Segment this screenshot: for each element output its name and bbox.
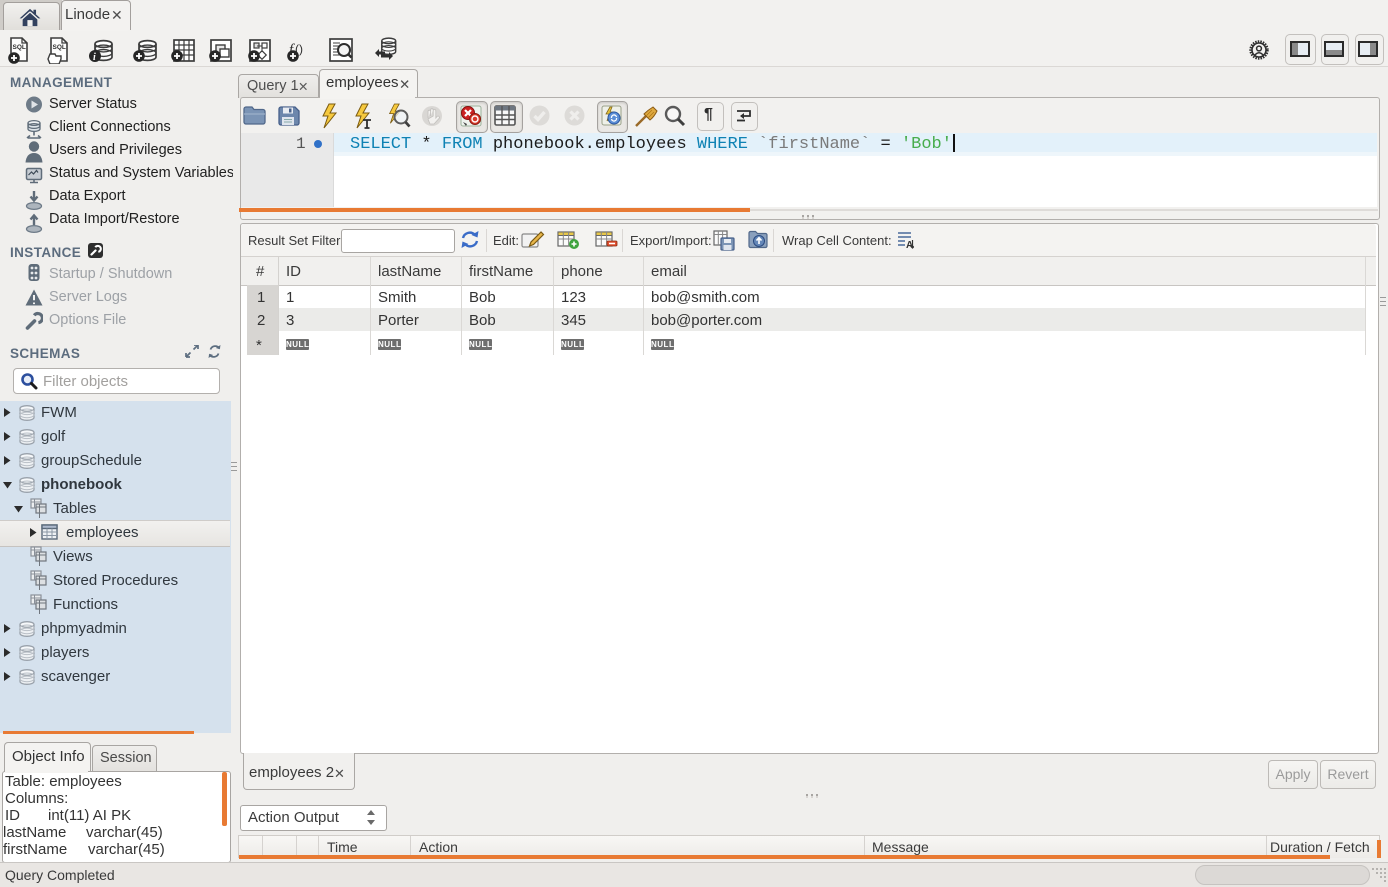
- svg-text:i: i: [93, 52, 96, 63]
